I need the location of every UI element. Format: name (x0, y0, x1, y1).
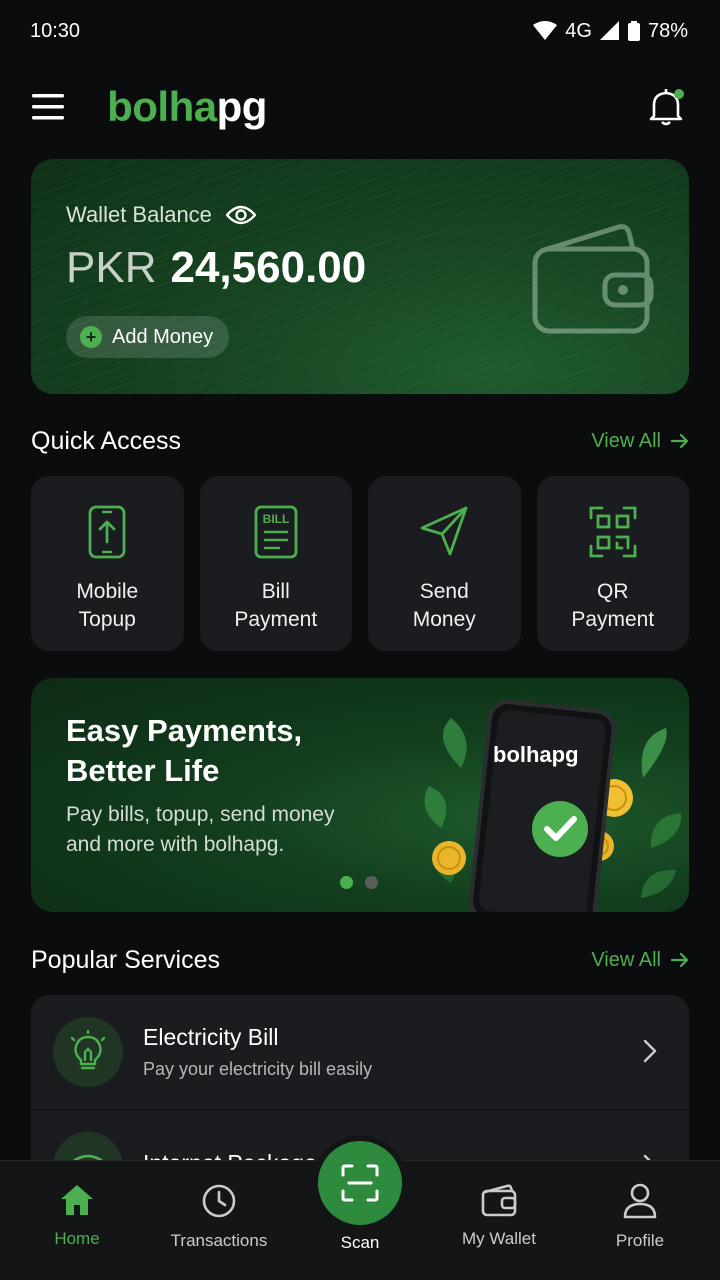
scan-icon (340, 1163, 380, 1203)
home-icon (59, 1183, 95, 1217)
wifi-icon (533, 21, 558, 41)
add-money-label: Add Money (112, 325, 214, 348)
quick-access-mobile-topup[interactable]: Mobile Topup (31, 476, 184, 651)
wallet-icon (481, 1183, 517, 1217)
status-indicators: 4G 78% (533, 20, 688, 43)
nav-profile[interactable]: Profile (570, 1183, 710, 1251)
popular-services-list: Electricity Bill Pay your electricity bi… (31, 995, 689, 1165)
profile-icon (623, 1183, 657, 1219)
promo-banner[interactable]: Easy Payments, Better Life Pay bills, to… (31, 678, 689, 912)
service-title: Electricity Bill (143, 1024, 279, 1050)
wallet-balance-title: Wallet Balance (66, 202, 256, 228)
app-header: bolha pg (0, 72, 720, 142)
popular-services-title: Popular Services (31, 945, 220, 974)
quick-access-view-all[interactable]: View All (591, 430, 689, 453)
qr-icon (588, 504, 638, 560)
plus-circle-icon: + (80, 326, 102, 348)
logo-text-primary: bolha (107, 83, 217, 130)
promo-title: Easy Payments, Better Life (66, 713, 303, 788)
view-all-label: View All (591, 429, 661, 452)
bottom-navigation: Home Transactions Scan My Wallet Profile (0, 1141, 720, 1280)
quick-access-bill-payment[interactable]: BILL Bill Payment (199, 476, 352, 651)
carousel-dots (340, 876, 378, 889)
chevron-right-icon (643, 1039, 657, 1063)
nav-my-wallet[interactable]: My Wallet (429, 1183, 569, 1249)
status-bar: 10:30 4G 78% (0, 0, 720, 62)
popular-services-header: Popular Services View All (31, 940, 689, 980)
lightbulb-icon (68, 1030, 108, 1074)
status-time: 10:30 (30, 19, 81, 42)
service-subtitle: Pay your electricity bill easily (143, 1059, 373, 1079)
wallet-balance-card: Wallet Balance PKR 24,560.00 + Add Money (31, 159, 689, 394)
quick-access-label: Send Money (412, 580, 476, 631)
battery-percent: 78% (647, 19, 688, 42)
quick-access-header: Quick Access View All (31, 421, 689, 461)
app-logo: bolha pg (107, 83, 267, 131)
quick-access-title: Quick Access (31, 426, 182, 455)
promo-subtitle: Pay bills, topup, send money and more wi… (66, 803, 335, 856)
nav-label-scan: Scan (340, 1233, 380, 1252)
quick-access-label: QR Payment (571, 580, 655, 631)
nav-label: Profile (615, 1231, 665, 1250)
arrow-right-icon (671, 952, 689, 968)
balance-value: 24,560.00 (170, 243, 367, 292)
send-icon (418, 504, 470, 560)
signal-icon (599, 21, 620, 41)
nav-label: Transactions (170, 1231, 268, 1250)
carousel-dot-active[interactable] (340, 876, 353, 889)
quick-access-label: Mobile Topup (76, 580, 139, 631)
popular-services-view-all[interactable]: View All (591, 949, 689, 972)
currency-code: PKR (66, 243, 157, 292)
hamburger-menu-icon[interactable] (32, 94, 66, 120)
clock-icon (201, 1183, 237, 1219)
notification-dot (674, 89, 684, 99)
phone-logo-text-primary: bolha (493, 742, 552, 767)
service-text: Electricity Bill Pay your electricity bi… (143, 1024, 372, 1080)
mobile-topup-icon (87, 504, 127, 560)
phone-logo: bolhapg (493, 742, 579, 768)
svg-text:BILL: BILL (262, 512, 289, 526)
logo-text-secondary: pg (216, 83, 268, 130)
nav-transactions[interactable]: Transactions (149, 1183, 289, 1251)
carousel-dot[interactable] (365, 876, 378, 889)
battery-icon (627, 21, 640, 41)
service-electricity-bill[interactable]: Electricity Bill Pay your electricity bi… (31, 995, 689, 1110)
wallet-balance-label: Wallet Balance (66, 202, 212, 227)
phone-illustration-icon (421, 698, 689, 912)
quick-access-grid: Mobile Topup BILL Bill Payment Send Mone… (31, 476, 689, 651)
eye-icon[interactable] (225, 205, 256, 225)
add-money-button[interactable]: + Add Money (66, 316, 230, 358)
view-all-label: View All (591, 948, 661, 971)
scan-button[interactable] (318, 1141, 402, 1225)
wallet-illustration-icon (531, 221, 657, 337)
quick-access-qr-payment[interactable]: QR Payment (536, 476, 689, 651)
service-icon-wrap (53, 1017, 123, 1087)
network-type: 4G (565, 19, 592, 42)
phone-logo-text-secondary: pg (551, 742, 579, 767)
notifications-button[interactable] (648, 87, 688, 127)
quick-access-label: Bill Payment (234, 580, 318, 631)
nav-label: Home (54, 1229, 100, 1248)
quick-access-send-money[interactable]: Send Money (368, 476, 521, 651)
nav-home[interactable]: Home (7, 1183, 147, 1249)
arrow-right-icon (671, 433, 689, 449)
wallet-balance-amount: PKR 24,560.00 (66, 243, 366, 293)
nav-label: My Wallet (462, 1229, 536, 1248)
bill-icon: BILL (253, 504, 299, 560)
